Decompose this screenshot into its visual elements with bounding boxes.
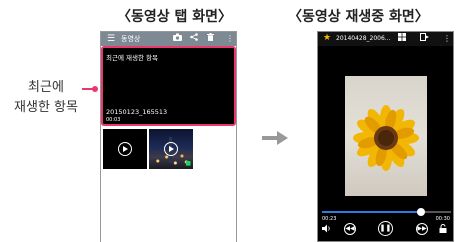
more-vert-icon[interactable]: ⋮ xyxy=(226,33,234,44)
title-video-playing-screen: 〈동영상 재생중 화면〉 xyxy=(288,9,429,25)
trash-icon[interactable] xyxy=(207,33,214,44)
video-thumb-dark[interactable] xyxy=(103,129,147,169)
current-time: 00:23 xyxy=(322,216,337,222)
lock-icon[interactable] xyxy=(439,224,447,236)
rewind-icon[interactable]: ◀◀ xyxy=(344,223,356,235)
more-vert-icon[interactable]: ⋮ xyxy=(443,33,451,44)
volume-icon[interactable] xyxy=(322,224,331,236)
right-arrow-icon xyxy=(262,131,288,145)
player-file-name: 20140428_2006... xyxy=(336,35,391,42)
player-top-bar: ★ 20140428_2006... ⋮ xyxy=(318,32,453,46)
title-video-tab-screen: 〈동영상 탭 화면〉 xyxy=(117,9,233,25)
popup-play-icon[interactable] xyxy=(420,33,429,44)
camera-icon[interactable] xyxy=(173,33,182,44)
play-circle-icon xyxy=(164,142,178,156)
recently-played-item[interactable]: 최근에 재생한 항목 20150123_165513 00:03 xyxy=(101,46,236,126)
total-time: 00:30 xyxy=(435,216,450,222)
top-bar-label: 동영상 xyxy=(121,35,141,43)
hamburger-menu-icon[interactable]: ☰ xyxy=(107,34,115,44)
recent-heading: 최근에 재생한 항목 xyxy=(106,54,158,62)
seek-bar-progress xyxy=(322,211,422,213)
callout-line-1: 최근에 xyxy=(28,80,64,95)
star-icon[interactable]: ★ xyxy=(323,33,331,44)
pause-icon[interactable]: ❚❚ xyxy=(378,221,393,236)
seek-bar-handle[interactable] xyxy=(417,208,426,216)
lock-icon: ■ xyxy=(185,160,191,167)
fast-forward-icon[interactable]: ▶▶ xyxy=(416,223,428,235)
video-tab-screen: ☰ 동영상 ⋮ 최근에 재생한 항목 20150123_165513 00:03… xyxy=(100,31,237,242)
sunflower-image xyxy=(353,105,419,171)
split-view-icon[interactable] xyxy=(398,33,406,44)
video-thumb-night-city[interactable]: ■ xyxy=(149,129,193,169)
video-frame-sunflower[interactable] xyxy=(345,76,427,196)
callout-pointer-dot xyxy=(92,86,98,92)
callout-line-2: 재생한 항목 xyxy=(14,100,78,115)
video-playing-screen: ★ 20140428_2006... ⋮ 00:23 00:30 ◀◀ ❚❚ ▶… xyxy=(317,31,454,242)
recent-duration: 00:03 xyxy=(106,117,121,123)
callout-recent: 최근에 재생한 항목 xyxy=(10,78,82,118)
recent-file-name: 20150123_165513 xyxy=(106,108,168,116)
share-icon[interactable] xyxy=(190,33,198,44)
play-circle-icon xyxy=(118,142,132,156)
seek-bar[interactable] xyxy=(322,208,451,216)
top-bar: ☰ 동영상 ⋮ xyxy=(101,32,236,46)
